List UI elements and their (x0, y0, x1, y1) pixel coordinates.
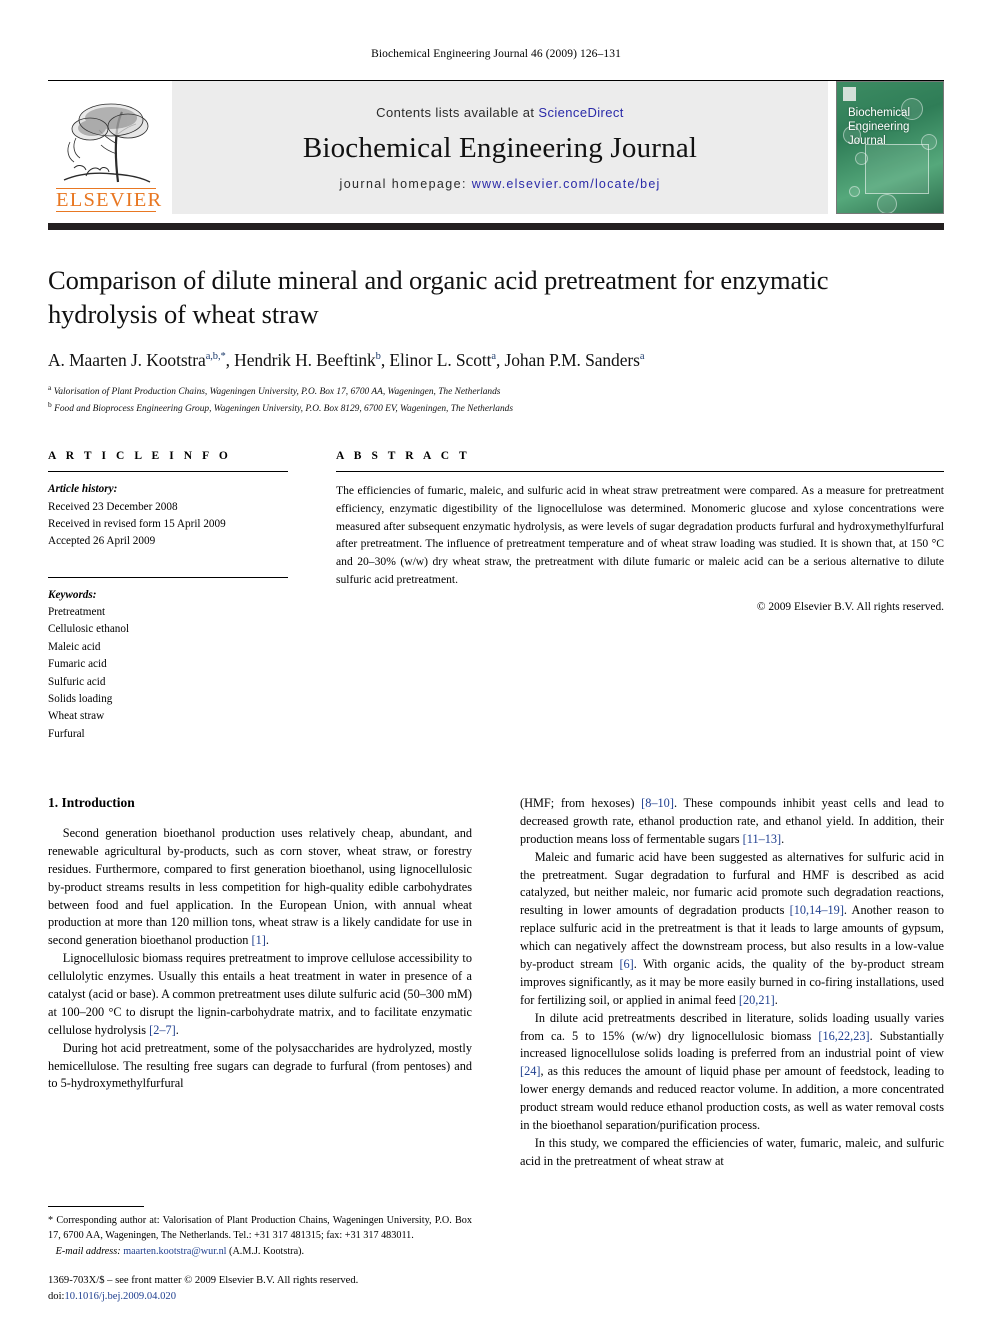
body-paragraph: In this study, we compared the efficienc… (520, 1135, 944, 1168)
body-paragraph: In dilute acid pretreatments described i… (520, 1010, 944, 1132)
article-history-label: Article history: (48, 483, 118, 496)
body-paragraph: (HMF; from hexoses) [8–10]. These compou… (520, 795, 944, 846)
affiliation-a-text: Valorisation of Plant Production Chains,… (53, 386, 501, 397)
keywords-block: Keywords: Pretreatment Cellulosic ethano… (48, 576, 288, 743)
journal-cover-thumbnail: Biochemical Engineering Journal (836, 81, 944, 214)
cover-inset-box (865, 144, 929, 194)
keyword-item: Sulfuric acid (48, 675, 106, 688)
footnote-zone: * Corresponding author at: Valorisation … (48, 1205, 472, 1305)
homepage-url-link[interactable]: www.elsevier.com/locate/bej (472, 177, 661, 191)
running-head: Biochemical Engineering Journal 46 (2009… (371, 48, 621, 60)
cover-title: Biochemical Engineering Journal (848, 106, 910, 148)
journal-article-page: Biochemical Engineering Journal 46 (2009… (0, 0, 992, 1323)
body-paragraph: During hot acid pretreatment, some of th… (48, 1040, 472, 1091)
body-column-right: (HMF; from hexoses) [8–10]. These compou… (520, 795, 944, 1305)
article-info-heading: A R T I C L E I N F O (48, 450, 232, 463)
keyword-item: Pretreatment (48, 606, 106, 619)
history-item: Accepted 26 April 2009 (48, 535, 156, 548)
keywords-label: Keywords: (48, 588, 97, 601)
elsevier-logo: ELSEVIER (48, 81, 164, 214)
bubble-decoration (849, 186, 860, 197)
affiliation-b-text: Food and Bioprocess Engineering Group, W… (54, 404, 513, 415)
elsevier-tree-icon (56, 96, 156, 188)
corresponding-author-note: * Corresponding author at: Valorisation … (48, 1214, 472, 1241)
doi-label: doi: (48, 1291, 65, 1303)
elsevier-wordmark: ELSEVIER (56, 187, 163, 212)
cover-title-line-2: Engineering (848, 121, 910, 134)
affiliation-list: a Valorisation of Plant Production Chain… (48, 382, 944, 416)
abstract-copyright: © 2009 Elsevier B.V. All rights reserved… (756, 600, 944, 613)
keyword-item: Maleic acid (48, 640, 101, 653)
email-label: E-mail address: (55, 1246, 121, 1258)
abstract-text: The efficiencies of fumaric, maleic, and… (336, 484, 944, 586)
article-info-column: A R T I C L E I N F O Article history: R… (48, 450, 288, 743)
article-title: Comparison of dilute mineral and organic… (48, 265, 829, 329)
homepage-prefix: journal homepage: (339, 176, 472, 191)
keyword-item: Cellulosic ethanol (48, 623, 130, 636)
journal-homepage-line: journal homepage: www.elsevier.com/locat… (340, 177, 661, 191)
article-info-rule (48, 471, 288, 473)
history-item: Received 23 December 2008 (48, 500, 178, 513)
contents-list-line: Contents lists available at ScienceDirec… (376, 105, 624, 120)
email-suffix: (A.M.J. Kootstra). (229, 1246, 305, 1258)
issn-line: 1369-703X/$ – see front matter © 2009 El… (48, 1275, 359, 1287)
keyword-item: Furfural (48, 727, 85, 740)
cover-elsevier-icon (843, 87, 856, 101)
masthead-bottom-rule (48, 223, 944, 230)
author-list: A. Maarten J. Kootstraa,b,*, Hendrik H. … (48, 349, 645, 370)
body-paragraph: Lignocellulosic biomass requires pretrea… (48, 951, 472, 1037)
email-link[interactable]: maarten.kootstra@wur.nl (123, 1246, 226, 1257)
issn-copyright-block: 1369-703X/$ – see front matter © 2009 El… (48, 1273, 472, 1305)
abstract-rule (336, 471, 944, 473)
body-paragraph: Maleic and fumaric acid have been sugges… (520, 849, 945, 1007)
section-heading-introduction: 1. Introduction (48, 794, 135, 810)
history-item: Received in revised form 15 April 2009 (48, 518, 226, 530)
affiliation-b: b Food and Bioprocess Engineering Group,… (48, 400, 513, 415)
abstract-column: A B S T R A C T The efficiencies of fuma… (336, 450, 944, 743)
masthead-center-panel: Contents lists available at ScienceDirec… (172, 81, 828, 214)
body-paragraph: Second generation bioethanol production … (48, 825, 472, 948)
keywords-list: Keywords: Pretreatment Cellulosic ethano… (48, 587, 288, 743)
keyword-item: Fumaric acid (48, 658, 107, 671)
affiliation-a: a Valorisation of Plant Production Chain… (48, 382, 501, 397)
cover-title-line-3: Journal (848, 135, 886, 148)
footnote-rule (48, 1205, 144, 1207)
doi-line: doi:10.1016/j.bej.2009.04.020 (48, 1289, 472, 1305)
keyword-item: Wheat straw (48, 710, 105, 723)
body-column-left: 1. Introduction Second generation bioeth… (48, 795, 472, 1305)
keywords-rule (48, 576, 288, 578)
contents-prefix: Contents lists available at (376, 104, 539, 120)
keyword-item: Solids loading (48, 692, 113, 705)
article-body: 1. Introduction Second generation bioeth… (48, 795, 944, 1305)
abstract-heading: A B S T R A C T (336, 450, 471, 463)
journal-masthead: ELSEVIER Contents lists available at Sci… (48, 80, 944, 214)
doi-link[interactable]: 10.1016/j.bej.2009.04.020 (64, 1291, 176, 1302)
journal-title: Biochemical Engineering Journal (302, 131, 698, 164)
bubble-decoration (877, 194, 897, 213)
email-note: E-mail address: maarten.kootstra@wur.nl … (48, 1246, 472, 1257)
cover-title-line-1: Biochemical (848, 107, 910, 119)
article-history: Article history: Received 23 December 20… (48, 481, 288, 550)
info-abstract-row: A R T I C L E I N F O Article history: R… (48, 450, 944, 743)
sciencedirect-link[interactable]: ScienceDirect (538, 105, 623, 120)
